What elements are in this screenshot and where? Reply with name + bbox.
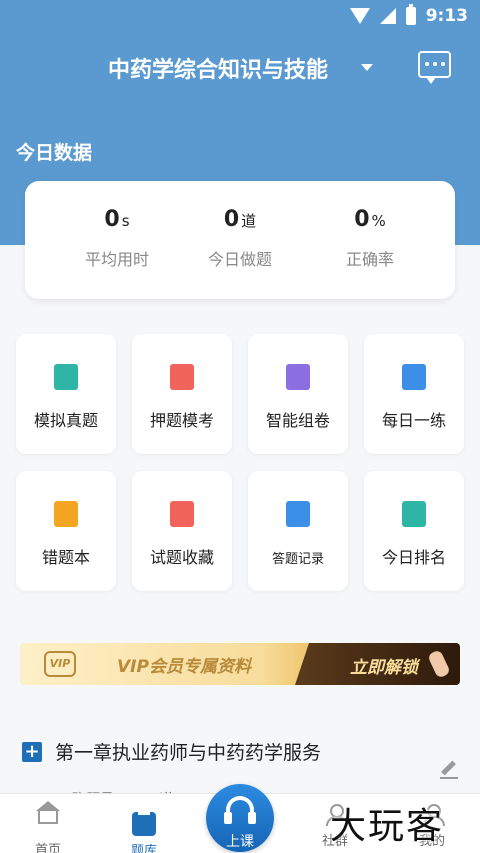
signal-icon: [379, 8, 396, 24]
stat-value: 0: [104, 207, 120, 232]
chapter-row[interactable]: + 第一章执业药师与中药药学服务: [22, 738, 462, 779]
monitor-check-icon: [402, 501, 426, 527]
caret-down-icon[interactable]: [361, 64, 373, 71]
stat-today-questions: 0道 今日做题: [170, 207, 310, 270]
message-icon[interactable]: [418, 51, 451, 84]
tab-class-button[interactable]: 上课: [206, 784, 274, 852]
title-bar: 中药学综合知识与技能: [0, 46, 480, 86]
edit-icon[interactable]: [440, 760, 458, 779]
tool-label: 模拟真题: [33, 411, 98, 430]
tool-label: 今日排名: [381, 548, 446, 567]
stats-card: 0s 平均用时 0道 今日做题 0% 正确率: [25, 181, 455, 299]
status-bar: 9:13: [0, 0, 480, 34]
wrong-note-icon: [54, 501, 78, 527]
tool-label: 每日一练: [381, 411, 446, 430]
tool-answer-record[interactable]: 答题记录: [248, 471, 348, 591]
stat-value: 0: [223, 207, 240, 232]
vip-banner-text: VIP会员专属资料: [117, 657, 251, 677]
tool-today-ranking[interactable]: 今日排名: [364, 471, 464, 591]
stat-avg-time: 0s 平均用时: [47, 207, 187, 270]
pointing-hand-icon: [427, 649, 451, 679]
question-bank-icon: [132, 812, 156, 836]
home-icon: [36, 801, 60, 824]
today-data-label: 今日数据: [16, 142, 93, 164]
clipboard-icon: [286, 501, 310, 527]
stat-unit: %: [371, 212, 386, 230]
chapter-title: 第一章执业药师与中药药学服务: [55, 742, 322, 764]
stat-label: 正确率: [345, 250, 394, 269]
tool-predicted-exam[interactable]: 押题模考: [132, 334, 232, 454]
vip-banner[interactable]: VIP VIP会员专属资料 立即解锁: [20, 643, 460, 685]
tool-favorites[interactable]: 试题收藏: [132, 471, 232, 591]
tool-label: 试题收藏: [149, 548, 214, 567]
vip-badge: VIP: [44, 651, 76, 677]
status-time: 9:13: [425, 6, 468, 26]
unlock-button[interactable]: 立即解锁: [295, 643, 460, 685]
stat-unit: s: [121, 212, 130, 230]
subject-title[interactable]: 中药学综合知识与技能: [108, 52, 328, 84]
stat-accuracy: 0% 正确率: [300, 207, 440, 270]
tool-wrong-book[interactable]: 错题本: [16, 471, 116, 591]
tool-label: 答题记录: [271, 552, 324, 567]
tool-label: 错题本: [41, 548, 90, 567]
watermark: 大玩客: [330, 806, 445, 847]
tab-label: 上课: [226, 834, 254, 850]
document-edit-icon: [170, 364, 194, 390]
tool-mock-exam[interactable]: 模拟真题: [16, 334, 116, 454]
tab-home[interactable]: 首页: [13, 801, 83, 853]
tab-label: 首页: [34, 843, 61, 853]
tab-question-bank[interactable]: 题库: [109, 802, 179, 853]
expand-plus-icon[interactable]: +: [22, 742, 42, 762]
unlock-label: 立即解锁: [350, 658, 418, 678]
tool-daily-practice[interactable]: 每日一练: [364, 334, 464, 454]
stat-unit: 道: [241, 212, 257, 230]
tool-label: 智能组卷: [265, 411, 330, 430]
tool-label: 押题模考: [149, 411, 214, 430]
pen-icon: [402, 364, 426, 390]
stat-label: 今日做题: [207, 250, 272, 269]
books-icon: [286, 364, 310, 390]
stat-label: 平均用时: [84, 250, 149, 269]
stat-value: 0: [354, 207, 370, 232]
battery-icon: [405, 4, 416, 25]
book-icon: [54, 364, 78, 390]
star-document-icon: [170, 501, 194, 527]
wifi-icon: [349, 8, 370, 24]
tab-label: 题库: [130, 844, 157, 853]
tool-smart-paper[interactable]: 智能组卷: [248, 334, 348, 454]
